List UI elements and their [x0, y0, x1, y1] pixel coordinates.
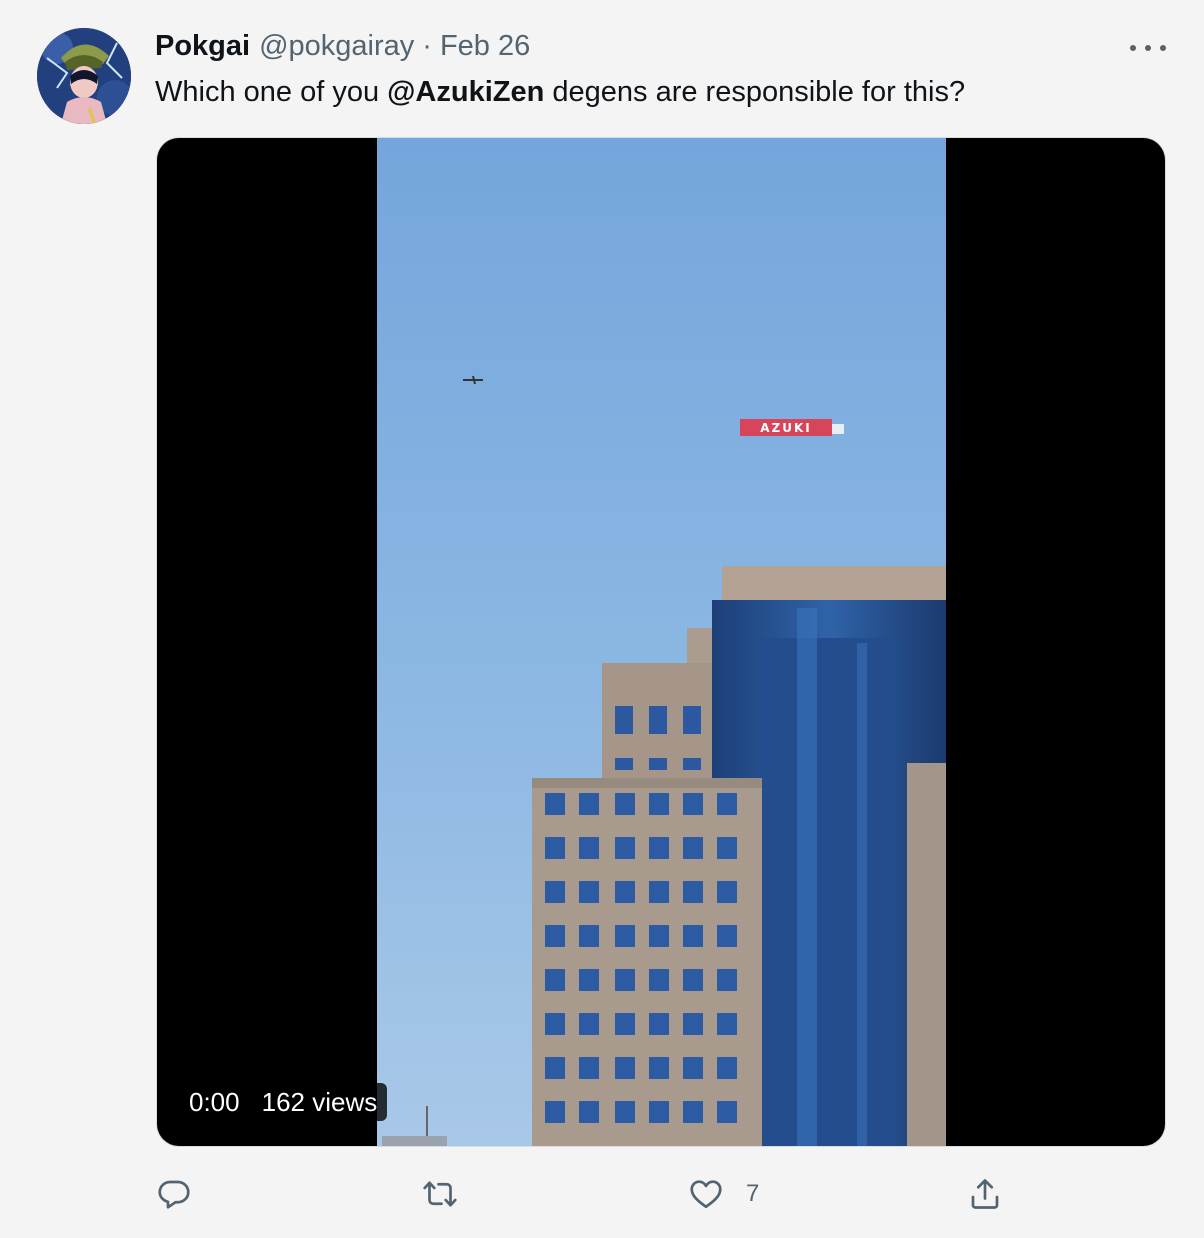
author-handle[interactable]: @pokgairay	[259, 30, 414, 63]
tweet-text-before: Which one of you	[155, 76, 388, 108]
retweet-button[interactable]	[422, 1172, 458, 1216]
tweet-text: Which one of you @AzukiZen degens are re…	[155, 76, 965, 109]
video-player[interactable]: AZUKI 0:00 162 views	[157, 138, 1165, 1146]
tweet-date[interactable]: Feb 26	[440, 30, 530, 63]
mention-link[interactable]: @AzukiZen	[387, 76, 544, 108]
heart-icon	[690, 1180, 722, 1209]
retweet-icon	[423, 1181, 457, 1207]
share-button[interactable]	[967, 1172, 1003, 1216]
avatar[interactable]	[37, 28, 131, 124]
author-name[interactable]: Pokgai	[155, 30, 250, 63]
banner-text: AZUKI	[760, 421, 812, 435]
like-button[interactable]: 7	[688, 1172, 759, 1216]
reply-button[interactable]	[156, 1172, 192, 1216]
tweet-header: Pokgai @pokgairay · Feb 26	[155, 30, 530, 70]
tweet-text-after: degens are responsible for this?	[544, 76, 966, 108]
video-frame: AZUKI	[377, 138, 946, 1146]
tweet-actions: 7	[0, 1172, 1204, 1216]
like-count: 7	[746, 1180, 760, 1207]
share-icon	[971, 1179, 999, 1209]
video-info-overlay: 0:00 162 views	[175, 1083, 388, 1121]
separator-dot: ·	[422, 30, 432, 62]
more-options-icon[interactable]	[1130, 36, 1166, 60]
video-timestamp: 0:00	[189, 1086, 240, 1117]
reply-icon	[158, 1180, 190, 1209]
avatar-image	[37, 28, 131, 124]
video-views: 162 views	[261, 1086, 378, 1117]
